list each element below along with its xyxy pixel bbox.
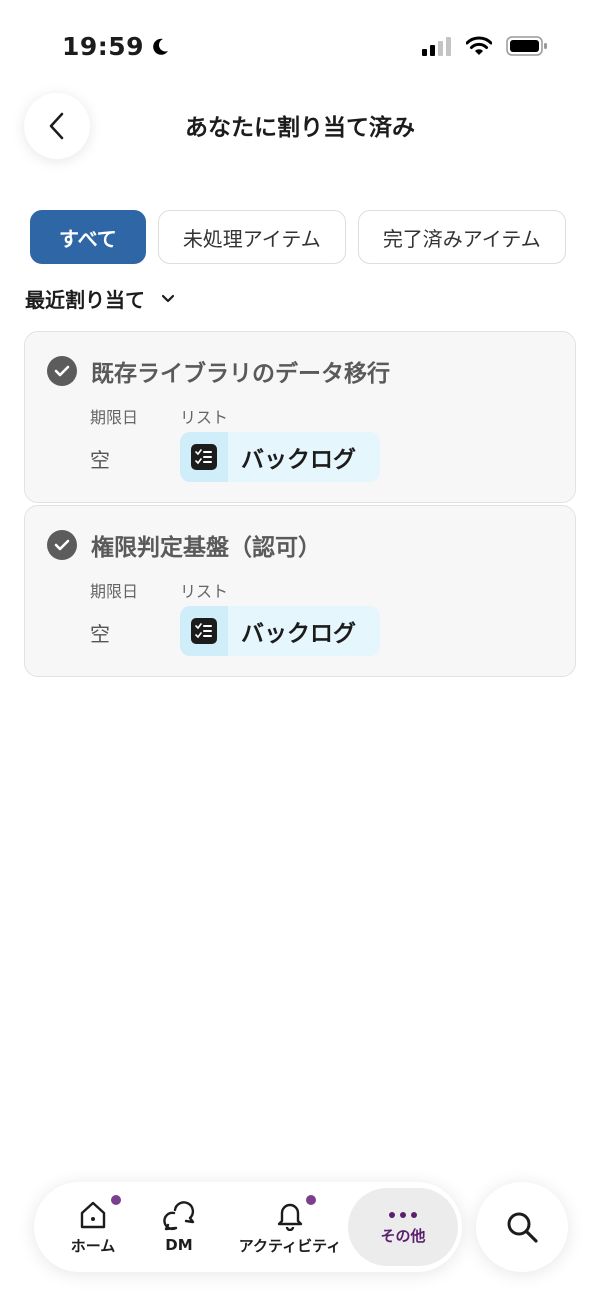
nav-dm-label: DM (165, 1236, 193, 1254)
page-title: あなたに割り当て済み (185, 115, 415, 141)
status-time: 19:59 (62, 32, 170, 61)
list-label: リスト (180, 582, 229, 601)
due-date-value[interactable]: 空 (90, 444, 110, 473)
bottom-nav: ホーム DM アクティビティ その他 (34, 1182, 462, 1272)
nav-home[interactable]: ホーム (58, 1182, 128, 1272)
list-label: リスト (180, 408, 229, 427)
task-complete-checkbox[interactable] (47, 356, 77, 386)
due-date-label: 期限日 (90, 408, 139, 427)
task-title: 既存ライブラリのデータ移行 (91, 361, 390, 387)
message-icon (163, 1201, 195, 1231)
status-bar: 19:59 (0, 0, 600, 96)
checklist-icon (191, 618, 217, 644)
search-button[interactable] (476, 1182, 568, 1272)
sort-label: 最近割り当て (25, 288, 145, 312)
nav-activity-label: アクティビティ (238, 1236, 342, 1255)
nav-dm[interactable]: DM (149, 1182, 209, 1272)
list-pill[interactable]: バックログ (180, 432, 380, 482)
notification-dot (111, 1195, 121, 1205)
task-card[interactable]: 権限判定基盤（認可） 期限日 リスト 空 バックログ (24, 505, 576, 677)
due-date-value[interactable]: 空 (90, 618, 110, 647)
status-icons (422, 36, 548, 56)
filter-chip-completed[interactable]: 完了済みアイテム (357, 210, 566, 264)
nav-activity[interactable]: アクティビティ (232, 1182, 348, 1272)
filter-chip-open[interactable]: 未処理アイテム (157, 210, 346, 264)
nav-home-label: ホーム (70, 1236, 116, 1255)
home-icon (80, 1201, 106, 1228)
task-title-row: 既存ライブラリのデータ移行 (47, 354, 390, 388)
list-icon-box (180, 606, 228, 656)
due-date-label: 期限日 (90, 582, 139, 601)
moon-icon (153, 38, 169, 55)
task-complete-checkbox[interactable] (47, 530, 77, 560)
checklist-icon (191, 444, 217, 470)
nav-more-label: その他 (380, 1226, 426, 1245)
check-icon (54, 365, 70, 377)
battery-icon (506, 36, 547, 56)
search-icon (507, 1212, 538, 1243)
task-title-row: 権限判定基盤（認可） (47, 528, 321, 562)
sort-dropdown[interactable]: 最近割り当て (25, 284, 175, 313)
notification-dot (306, 1195, 316, 1205)
list-pill[interactable]: バックログ (180, 606, 380, 656)
chevron-down-icon (161, 294, 175, 302)
task-card[interactable]: 既存ライブラリのデータ移行 期限日 リスト 空 バックログ (24, 331, 576, 503)
wifi-icon (466, 36, 492, 55)
filter-chip-all[interactable]: すべて (30, 210, 146, 264)
cellular-signal-icon (422, 37, 451, 56)
filter-chips: すべて 未処理アイテム 完了済みアイテム (30, 210, 576, 264)
task-title: 権限判定基盤（認可） (91, 535, 321, 561)
bell-icon (277, 1203, 303, 1231)
list-name: バックログ (241, 447, 356, 473)
more-dots-icon (389, 1211, 417, 1218)
check-icon (54, 539, 70, 551)
list-icon-box (180, 432, 228, 482)
nav-more[interactable]: その他 (348, 1188, 458, 1266)
list-name: バックログ (241, 621, 356, 647)
